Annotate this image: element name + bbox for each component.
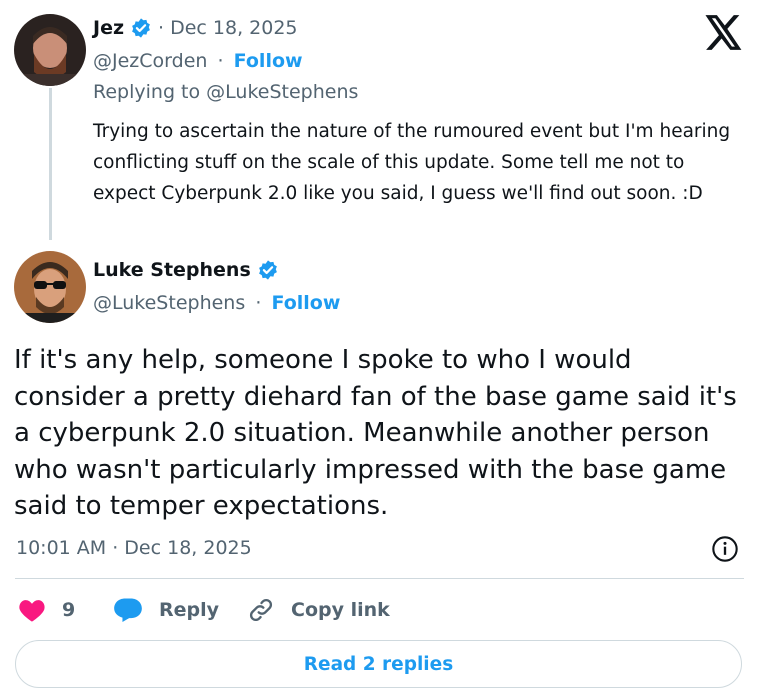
reply-bubble-icon[interactable]: [113, 597, 143, 623]
reply-label[interactable]: Reply: [159, 599, 219, 621]
divider: [15, 578, 744, 579]
reply-handle-row: @JezCorden · Follow: [93, 50, 303, 72]
reply-text: Trying to ascertain the nature of the ru…: [93, 121, 731, 204]
main-handle-row: @LukeStephens · Follow: [93, 292, 340, 314]
thread-line: [49, 88, 52, 240]
copy-link-button[interactable]: Copy link: [247, 596, 390, 624]
verified-badge-icon: [130, 17, 152, 39]
info-icon[interactable]: [711, 535, 739, 567]
tweet-timestamp[interactable]: 10:01 AM · Dec 18, 2025: [16, 537, 252, 559]
follow-button[interactable]: Follow: [271, 292, 340, 314]
x-logo-icon[interactable]: [705, 15, 743, 54]
like-count: 9: [62, 599, 76, 621]
avatar-jez[interactable]: [14, 14, 86, 86]
separator-dot: ·: [255, 292, 262, 314]
handle[interactable]: @LukeStephens: [93, 292, 245, 314]
replying-to[interactable]: Replying to @LukeStephens: [93, 81, 358, 103]
main-header: Luke Stephens: [93, 259, 279, 281]
read-replies-button[interactable]: Read 2 replies: [15, 640, 742, 688]
reply-button[interactable]: Reply: [113, 596, 219, 624]
heart-icon[interactable]: [18, 597, 46, 623]
reply-header: Jez · Dec 18, 2025: [93, 17, 298, 39]
copy-link-label[interactable]: Copy link: [291, 599, 390, 621]
tweet-text: If it's any help, someone I spoke to who…: [14, 345, 737, 521]
link-icon[interactable]: [247, 596, 275, 624]
like-action[interactable]: 9: [18, 596, 75, 624]
author-name[interactable]: Luke Stephens: [93, 259, 251, 281]
read-replies-label: Read 2 replies: [303, 653, 454, 675]
separator-dot: ·: [217, 50, 224, 72]
verified-badge-icon: [257, 259, 279, 281]
follow-button[interactable]: Follow: [234, 50, 303, 72]
author-name[interactable]: Jez: [93, 17, 124, 39]
avatar-luke[interactable]: [14, 251, 86, 323]
handle[interactable]: @JezCorden: [93, 50, 207, 72]
tweet-date[interactable]: · Dec 18, 2025: [158, 17, 298, 39]
